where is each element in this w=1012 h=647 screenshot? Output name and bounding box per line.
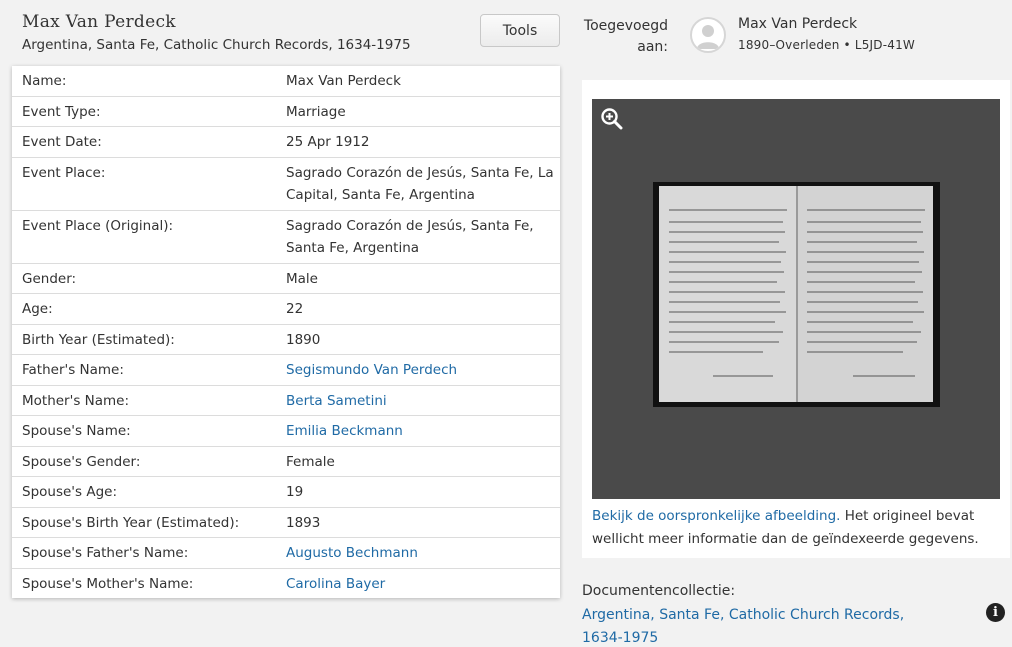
table-row: Spouse's Name: Emilia Beckmann — [12, 416, 560, 447]
person-avatar[interactable] — [690, 17, 726, 53]
table-row: Name: Max Van Perdeck — [12, 66, 560, 97]
field-label: Name: — [22, 73, 67, 89]
field-value: 1893 — [286, 514, 321, 531]
table-row: Event Place: Sagrado Corazón de Jesús, Sa… — [12, 158, 560, 211]
image-caption: Bekijk de oorspronkelijke afbeelding. He… — [592, 505, 1002, 550]
table-row: Gender: Male — [12, 264, 560, 294]
field-label: Spouse's Gender: — [22, 453, 141, 470]
field-value: Marriage — [286, 103, 346, 120]
field-label: Birth Year (Estimated): — [22, 331, 175, 348]
record-page: Max Van Perdeck Argentina, Santa Fe, Cat… — [0, 0, 1012, 647]
document-thumbnail[interactable] — [653, 182, 940, 407]
field-value-link[interactable]: Emilia Beckmann — [286, 420, 560, 443]
field-value: Sagrado Corazón de Jesús, Santa Fe, La C… — [286, 164, 554, 204]
table-row: Father's Name: Segismundo Van Perdech — [12, 355, 560, 386]
table-row: Spouse's Gender: Female — [12, 447, 560, 477]
field-label: Event Place (Original): — [22, 217, 174, 234]
attached-person-name[interactable]: Max Van Perdeck — [738, 16, 857, 32]
attached-person-meta: 1890–Overleden • L5JD-41W — [738, 38, 915, 52]
table-row: Spouse's Birth Year (Estimated): 1893 — [12, 508, 560, 538]
field-value: Male — [286, 270, 318, 287]
table-row: Spouse's Father's Name: Augusto Bechmann — [12, 538, 560, 569]
collection-subtitle: Argentina, Santa Fe, Catholic Church Rec… — [22, 37, 411, 53]
field-value: 19 — [286, 484, 304, 500]
field-label: Mother's Name: — [22, 392, 130, 409]
field-label: Spouse's Father's Name: — [22, 545, 189, 561]
info-icon[interactable]: i — [986, 603, 1005, 622]
table-row: Birth Year (Estimated): 1890 — [12, 325, 560, 355]
field-label: Event Date: — [22, 134, 102, 150]
record-details-table: Name: Max Van Perdeck Event Type: Marriage E… — [12, 66, 560, 598]
page-title: Max Van Perdeck — [22, 12, 176, 32]
table-row: Spouse's Age: 19 — [12, 477, 560, 508]
image-preview-card: Bekijk de oorspronkelijke afbeelding. He… — [582, 80, 1010, 558]
field-label: Spouse's Birth Year (Estimated): — [22, 514, 240, 531]
view-original-image-link[interactable]: Bekijk de oorspronkelijke afbeelding. — [592, 508, 840, 524]
table-row: Spouse's Mother's Name: Carolina Bayer — [12, 569, 560, 599]
tools-button[interactable]: Tools — [480, 14, 560, 47]
field-value: 22 — [286, 301, 304, 317]
field-label: Event Place: — [22, 164, 106, 181]
person-silhouette-icon — [697, 25, 719, 49]
field-value: Max Van Perdeck — [286, 73, 401, 89]
field-label: Spouse's Mother's Name: — [22, 575, 194, 592]
table-row: Mother's Name: Berta Sametini — [12, 386, 560, 416]
zoom-in-icon[interactable] — [600, 107, 624, 131]
field-label: Spouse's Age: — [22, 484, 117, 500]
table-row: Age: 22 — [12, 294, 560, 325]
field-value-link[interactable]: Carolina Bayer — [286, 573, 560, 596]
field-value: 25 Apr 1912 — [286, 134, 370, 150]
field-label: Spouse's Name: — [22, 423, 131, 439]
field-value: Female — [286, 453, 335, 470]
table-row: Event Date: 25 Apr 1912 — [12, 127, 560, 158]
table-row: Event Place (Original): Sagrado Corazón d… — [12, 211, 560, 264]
field-value-link[interactable]: Berta Sametini — [286, 390, 560, 413]
document-scan-image — [659, 186, 933, 402]
table-row: Event Type: Marriage — [12, 97, 560, 127]
collection-link[interactable]: Argentina, Santa Fe, Catholic Church Rec… — [582, 604, 942, 647]
field-value-link[interactable]: Segismundo Van Perdech — [286, 359, 560, 382]
field-label: Event Type: — [22, 103, 101, 120]
field-label: Gender: — [22, 270, 77, 287]
field-label: Age: — [22, 301, 53, 317]
attached-to-label: Toegevoegd aan: — [583, 18, 668, 55]
field-label: Father's Name: — [22, 362, 124, 378]
field-value: 1890 — [286, 331, 321, 348]
field-value-link[interactable]: Augusto Bechmann — [286, 542, 560, 565]
image-viewer[interactable] — [592, 99, 1000, 499]
collection-label: Documentencollectie: — [582, 583, 736, 599]
field-value: Sagrado Corazón de Jesús, Santa Fe, Sant… — [286, 217, 534, 257]
